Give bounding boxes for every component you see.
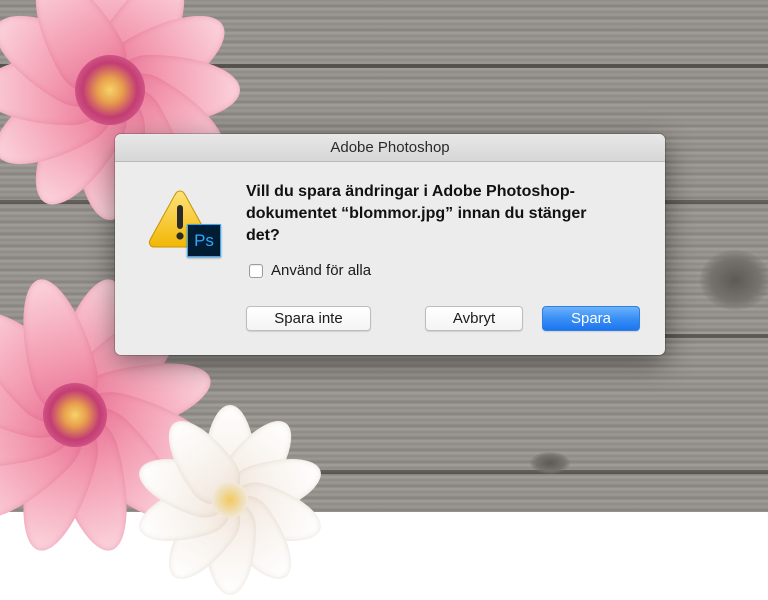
- dialog-message: Vill du spara ändringar i Adobe Photosho…: [246, 181, 646, 247]
- save-changes-dialog: Adobe Photoshop Ps Vill du spara ändring…: [115, 134, 665, 355]
- white-flower: [130, 400, 330, 600]
- wood-knot: [530, 452, 570, 474]
- save-button[interactable]: Spara: [542, 306, 640, 331]
- dont-save-button[interactable]: Spara inte: [246, 306, 371, 331]
- wood-knot: [700, 250, 768, 310]
- apply-to-all-option[interactable]: Använd för alla: [249, 262, 371, 279]
- cancel-button[interactable]: Avbryt: [425, 306, 523, 331]
- message-line: dokumentet “blommor.jpg” innan du stänge…: [246, 205, 587, 222]
- alert-icon-group: Ps: [147, 186, 225, 260]
- message-line: det?: [246, 227, 280, 244]
- apply-to-all-checkbox[interactable]: [249, 263, 263, 278]
- message-line: Vill du spara ändringar i Adobe Photosho…: [246, 183, 575, 200]
- photoshop-app-icon: Ps: [187, 224, 221, 257]
- apply-to-all-label: Använd för alla: [271, 262, 372, 279]
- dialog-title: Adobe Photoshop: [115, 134, 665, 162]
